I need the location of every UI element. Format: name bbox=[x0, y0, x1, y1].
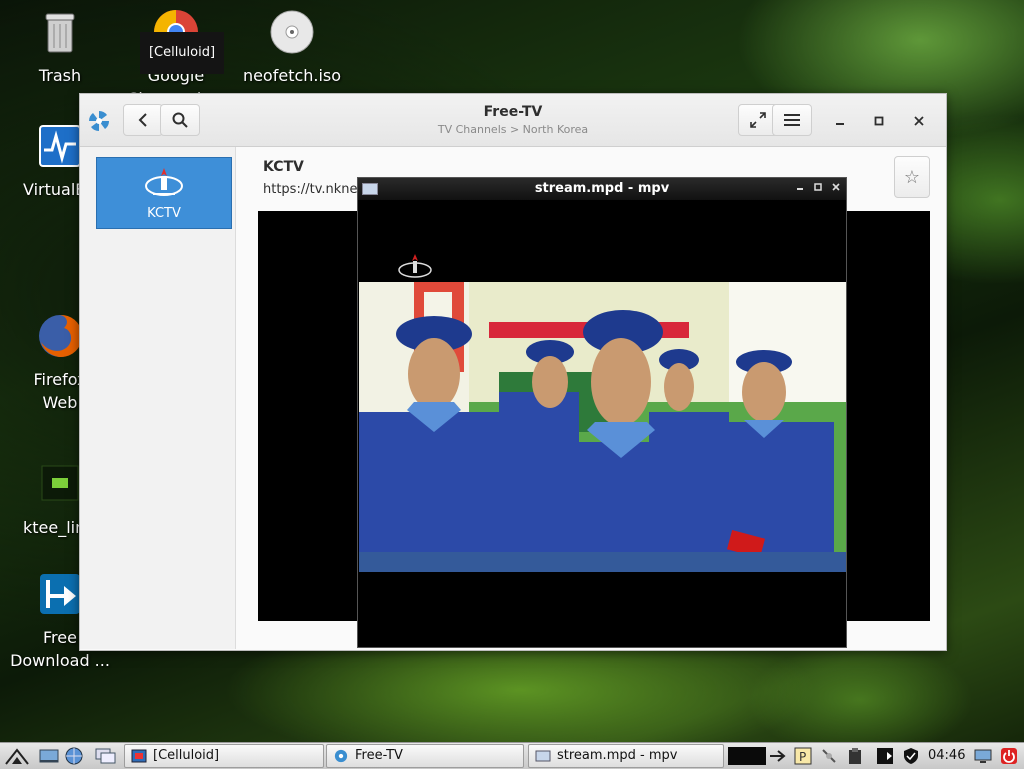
satellite-icon[interactable] bbox=[820, 747, 838, 765]
task-label: [Celluloid] bbox=[153, 748, 220, 763]
tooltip: [Celluloid] bbox=[140, 32, 224, 74]
firefox-icon bbox=[39, 314, 83, 357]
mpv-maximize-button[interactable] bbox=[810, 178, 826, 200]
task-free-tv[interactable]: Free-TV bbox=[326, 744, 524, 768]
trash-icon bbox=[45, 13, 75, 53]
task-celluloid[interactable]: [Celluloid] bbox=[124, 744, 324, 768]
channel-name: KCTV bbox=[147, 206, 181, 221]
star-icon: ☆ bbox=[903, 166, 921, 188]
virtualbox-icon bbox=[39, 125, 81, 167]
shield-icon[interactable] bbox=[902, 747, 920, 765]
free-tv-app-icon bbox=[89, 111, 109, 131]
expand-icon bbox=[750, 112, 766, 128]
video-frame bbox=[359, 282, 846, 572]
minimize-icon bbox=[836, 123, 844, 125]
menu-icon[interactable] bbox=[4, 746, 30, 766]
window-title: Free-TV bbox=[483, 104, 543, 120]
clock[interactable]: 04:46 bbox=[928, 743, 965, 769]
download-manager-tray-icon[interactable] bbox=[876, 747, 894, 765]
channel-title: KCTV bbox=[263, 159, 304, 175]
maximize-icon bbox=[874, 116, 884, 126]
header-bar: Free-TV TV Channels > North Korea bbox=[80, 94, 946, 147]
close-icon bbox=[914, 116, 924, 126]
close-icon bbox=[832, 183, 840, 191]
back-button[interactable] bbox=[123, 104, 163, 136]
mpv-window: stream.mpd - mpv bbox=[357, 177, 847, 648]
task-mpv[interactable]: stream.mpd - mpv bbox=[528, 744, 724, 768]
window-switcher-icon[interactable] bbox=[94, 747, 116, 765]
arrow-icon[interactable] bbox=[768, 747, 786, 765]
video-scene-image bbox=[359, 282, 846, 572]
minimize-button[interactable] bbox=[828, 110, 852, 132]
celluloid-icon bbox=[131, 749, 147, 763]
minimize-icon bbox=[797, 188, 803, 190]
cpu-monitor-graph bbox=[728, 747, 766, 765]
chevron-left-icon bbox=[138, 113, 147, 127]
task-label: Free-TV bbox=[355, 748, 403, 763]
show-desktop-icon[interactable] bbox=[38, 747, 60, 765]
mpv-minimize-button[interactable] bbox=[792, 178, 808, 200]
desktop-icon-trash[interactable]: Trash bbox=[5, 8, 115, 87]
desktop-icon-label: neofetch.iso bbox=[242, 66, 342, 85]
maximize-icon bbox=[814, 183, 822, 191]
mpv-title: stream.mpd - mpv bbox=[534, 181, 670, 196]
hamburger-menu-icon bbox=[784, 114, 800, 126]
display-icon[interactable] bbox=[974, 747, 992, 765]
mpv-app-icon bbox=[362, 183, 378, 195]
kctv-logo-icon bbox=[145, 168, 183, 196]
power-icon[interactable] bbox=[1000, 747, 1018, 765]
free-tv-icon bbox=[334, 749, 348, 763]
favorite-button[interactable]: ☆ bbox=[894, 156, 930, 198]
download-manager-icon bbox=[40, 574, 80, 614]
parking-p-icon[interactable]: P bbox=[794, 747, 812, 765]
mpv-icon bbox=[535, 750, 551, 762]
desktop-icon-label: Trash bbox=[38, 66, 82, 85]
taskbar: [Celluloid] Free-TV stream.mpd - mpv P 0… bbox=[0, 742, 1024, 769]
channel-sidebar: KCTV bbox=[80, 147, 236, 649]
mpv-title-bar[interactable]: stream.mpd - mpv bbox=[358, 178, 846, 200]
menu-button[interactable] bbox=[772, 104, 812, 136]
kctv-watermark-logo bbox=[398, 254, 432, 278]
disc-icon bbox=[270, 10, 314, 54]
close-button[interactable] bbox=[907, 110, 931, 132]
svg-text:P: P bbox=[799, 750, 806, 764]
channel-item-kctv[interactable]: KCTV bbox=[96, 157, 232, 229]
image-file-icon bbox=[41, 465, 79, 501]
search-button[interactable] bbox=[160, 104, 200, 136]
search-icon bbox=[172, 112, 188, 128]
network-globe-icon[interactable] bbox=[64, 746, 84, 766]
breadcrumb: TV Channels > North Korea bbox=[437, 123, 589, 136]
task-label: stream.mpd - mpv bbox=[557, 748, 678, 763]
clipboard-icon[interactable] bbox=[846, 747, 864, 765]
maximize-button[interactable] bbox=[867, 110, 891, 132]
desktop-icon-neofetch-iso[interactable]: neofetch.iso bbox=[237, 8, 347, 87]
mpv-close-button[interactable] bbox=[828, 178, 844, 200]
